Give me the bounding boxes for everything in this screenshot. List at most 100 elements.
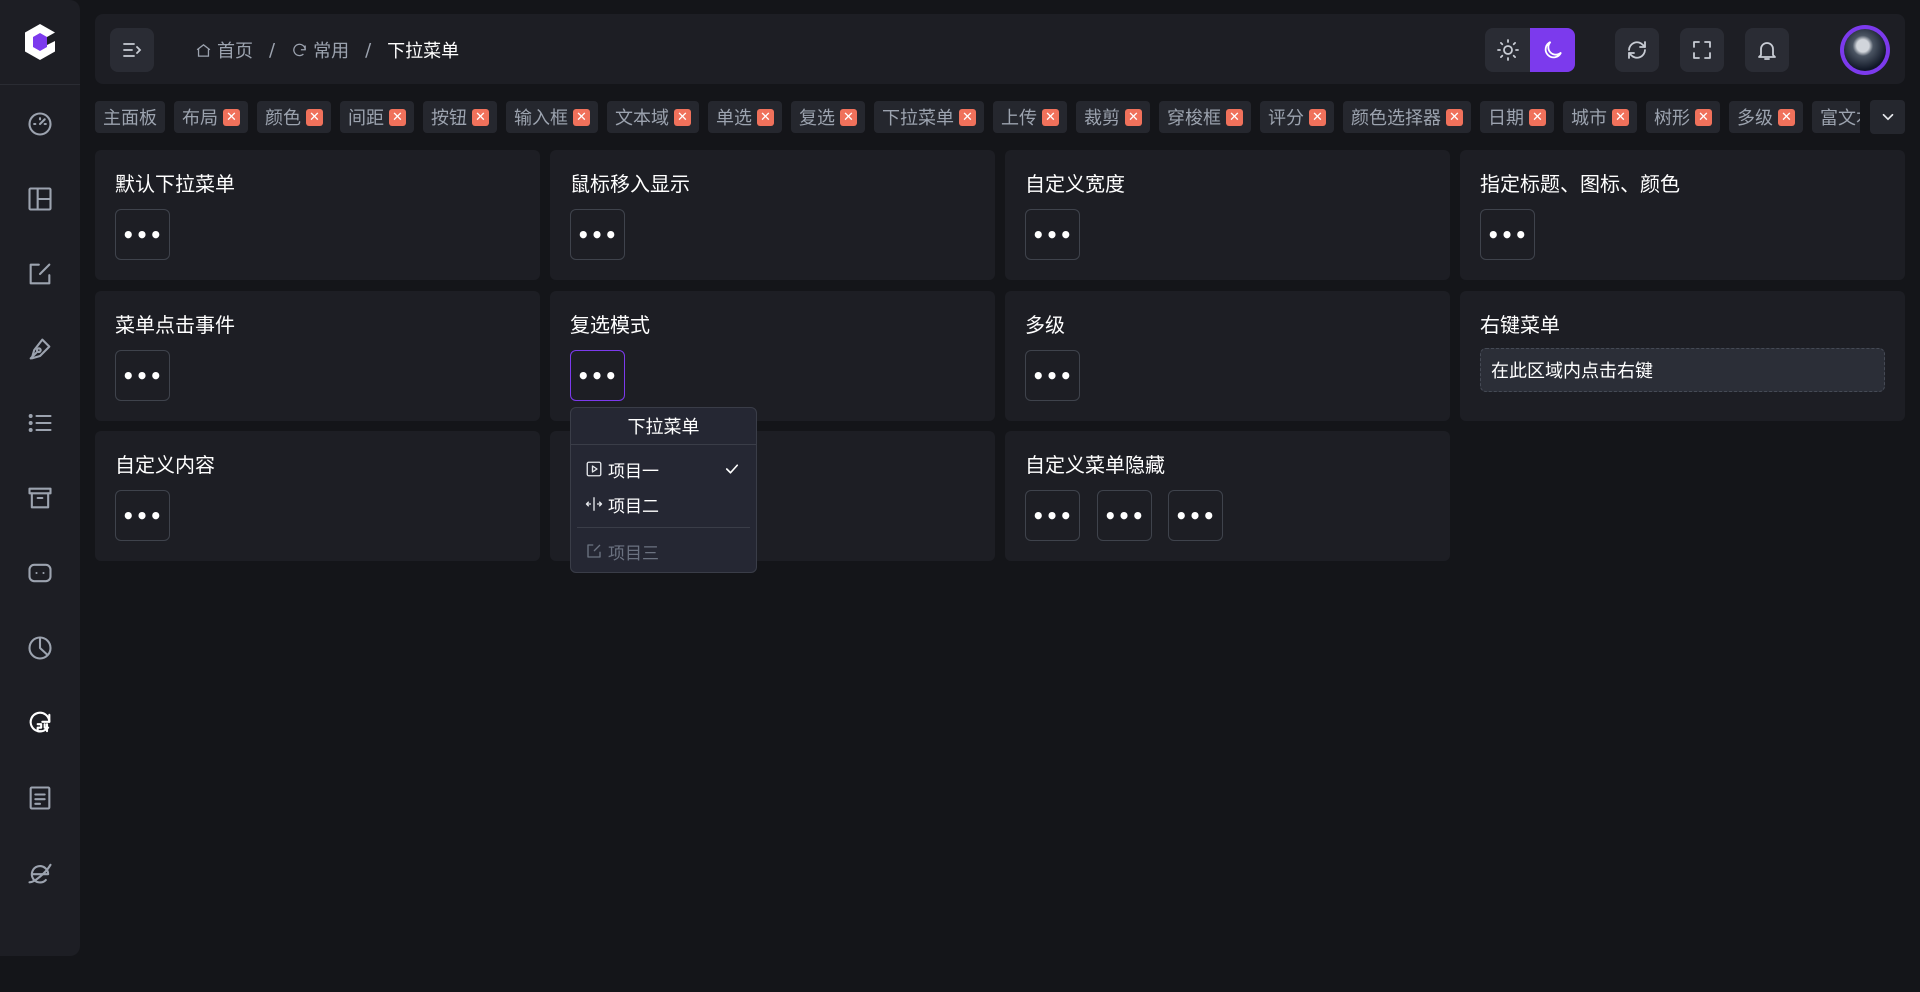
top-header: 首页 / 常用 / 下拉菜单 <box>95 14 1905 84</box>
tab-upload[interactable]: 上传 ✕ <box>993 101 1067 133</box>
breadcrumb-separator: / <box>365 39 372 61</box>
collapse-menu-button[interactable] <box>110 28 154 72</box>
tab-rich-text[interactable]: 富文本 <box>1812 101 1860 133</box>
tab-color-picker[interactable]: 颜色选择器 ✕ <box>1343 101 1471 133</box>
tab-radio[interactable]: 单选 ✕ <box>708 101 782 133</box>
card-title: 自定义内容 <box>115 453 215 477</box>
dropdown-item-disabled: 项目三 <box>585 537 659 565</box>
tab-transfer[interactable]: 穿梭框 ✕ <box>1159 101 1251 133</box>
dropdown-trigger-button[interactable]: ••• <box>570 350 625 401</box>
fullscreen-button[interactable] <box>1680 28 1724 72</box>
tab-dropdown[interactable]: 下拉菜单 ✕ <box>874 101 984 133</box>
card-hover-dropdown: 鼠标移入显示 ••• <box>550 150 995 280</box>
edit-icon <box>587 544 601 558</box>
dropdown-divider <box>577 527 750 528</box>
tab-date[interactable]: 日期 ✕ <box>1480 101 1554 133</box>
card-title: 右键菜单 <box>1480 313 1560 337</box>
sun-icon <box>1496 39 1519 61</box>
tab-close-icon[interactable]: ✕ <box>306 108 323 126</box>
breadcrumb-separator: / <box>269 39 276 61</box>
archive-icon[interactable] <box>20 478 60 518</box>
tab-city[interactable]: 城市 ✕ <box>1563 101 1637 133</box>
pen-tool-icon[interactable] <box>20 329 60 369</box>
ie-browser-icon[interactable] <box>20 853 60 893</box>
fullscreen-icon <box>1693 41 1711 59</box>
list-icon[interactable] <box>20 403 60 443</box>
context-menu-area[interactable]: 在此区域内点击右键 <box>1480 348 1885 392</box>
theme-toggle[interactable] <box>1485 28 1575 72</box>
dropdown-trigger-button[interactable]: ••• <box>115 209 170 260</box>
tab-textarea[interactable]: 文本域 ✕ <box>607 101 699 133</box>
dropdown-trigger-button[interactable]: ••• <box>1025 350 1080 401</box>
bell-icon <box>1758 42 1776 60</box>
light-mode-button[interactable] <box>1485 28 1530 72</box>
clock-24-icon[interactable] <box>20 703 60 743</box>
page-tabs: 主面板 布局 ✕ 颜色 ✕ 间距 ✕ 按钮 ✕ 输入框 ✕ 文本域 ✕ 单选 ✕ 复选 ✕ 下拉… <box>95 101 1860 133</box>
tab-close-icon[interactable]: ✕ <box>1309 108 1326 126</box>
check-icon <box>723 460 741 478</box>
card-title: 自定义菜单隐藏 <box>1025 453 1165 477</box>
tab-close-icon[interactable]: ✕ <box>223 108 240 126</box>
dropdown-trigger-button[interactable]: ••• <box>1168 490 1223 541</box>
tab-tree[interactable]: 树形 ✕ <box>1646 101 1720 133</box>
tab-close-icon[interactable]: ✕ <box>959 108 976 126</box>
tab-dashboard[interactable]: 主面板 <box>95 101 165 133</box>
moon-icon <box>1544 41 1562 59</box>
tabs-more-button[interactable] <box>1870 100 1905 134</box>
card-title-icon-color: 指定标题、图标、颜色 ••• <box>1460 150 1905 280</box>
refresh-button[interactable] <box>1615 28 1659 72</box>
tab-crop[interactable]: 裁剪 ✕ <box>1076 101 1150 133</box>
dropdown-trigger-button[interactable]: ••• <box>1097 490 1152 541</box>
tab-close-icon[interactable]: ✕ <box>1446 108 1463 126</box>
tab-input[interactable]: 输入框 ✕ <box>506 101 598 133</box>
split-arrows-icon <box>585 497 603 511</box>
dropdown-trigger-button[interactable]: ••• <box>1025 209 1080 260</box>
tab-rate[interactable]: 评分 ✕ <box>1260 101 1334 133</box>
dashboard-icon[interactable] <box>20 104 60 144</box>
dropdown-trigger-button[interactable]: ••• <box>1025 490 1080 541</box>
tab-close-icon[interactable]: ✕ <box>840 108 857 126</box>
card-default-dropdown: 默认下拉菜单 ••• <box>95 150 540 280</box>
tab-close-icon[interactable]: ✕ <box>1778 108 1795 126</box>
tab-checkbox[interactable]: 复选 ✕ <box>791 101 865 133</box>
chat-icon[interactable] <box>20 553 60 593</box>
logo-icon <box>25 24 55 60</box>
tab-layout[interactable]: 布局 ✕ <box>174 101 248 133</box>
sidebar <box>0 0 80 956</box>
breadcrumb-current: 下拉菜单 <box>387 41 460 62</box>
pie-chart-icon[interactable] <box>20 628 60 668</box>
tab-close-icon[interactable]: ✕ <box>1529 108 1546 126</box>
tab-close-icon[interactable]: ✕ <box>757 108 774 126</box>
dropdown-menu: 下拉菜单 项目一 项目二 项目三 <box>570 407 757 573</box>
dropdown-trigger-button[interactable]: ••• <box>115 350 170 401</box>
tab-close-icon[interactable]: ✕ <box>1042 108 1059 126</box>
app-logo[interactable] <box>0 0 80 85</box>
tab-close-icon[interactable]: ✕ <box>1125 108 1142 126</box>
tab-close-icon[interactable]: ✕ <box>1612 108 1629 126</box>
dark-mode-button[interactable] <box>1530 28 1575 72</box>
tab-spacing[interactable]: 间距 ✕ <box>340 101 414 133</box>
dropdown-trigger-button[interactable]: ••• <box>570 209 625 260</box>
user-avatar[interactable] <box>1840 25 1890 75</box>
notification-button[interactable] <box>1745 28 1789 72</box>
breadcrumb-common[interactable]: 常用 <box>291 37 349 63</box>
tab-button[interactable]: 按钮 ✕ <box>423 101 497 133</box>
menu-collapse-icon <box>123 43 142 57</box>
tab-close-icon[interactable]: ✕ <box>1695 108 1712 126</box>
tab-color[interactable]: 颜色 ✕ <box>257 101 331 133</box>
refresh-icon <box>1628 41 1646 59</box>
layout-icon[interactable] <box>20 179 60 219</box>
document-icon[interactable] <box>20 778 60 818</box>
tab-close-icon[interactable]: ✕ <box>573 108 590 126</box>
tab-close-icon[interactable]: ✕ <box>389 108 406 126</box>
breadcrumb-home[interactable]: 首页 <box>195 37 253 63</box>
dropdown-trigger-button[interactable]: ••• <box>1480 209 1535 260</box>
form-edit-icon[interactable] <box>20 254 60 294</box>
dropdown-trigger-button[interactable]: ••• <box>115 490 170 541</box>
dropdown-item[interactable]: 项目二 <box>585 490 659 518</box>
tab-cascader[interactable]: 多级 ✕ <box>1729 101 1803 133</box>
tab-close-icon[interactable]: ✕ <box>674 108 691 126</box>
tab-close-icon[interactable]: ✕ <box>1226 108 1243 126</box>
tab-close-icon[interactable]: ✕ <box>472 108 489 126</box>
dropdown-item[interactable]: 项目一 <box>585 455 659 483</box>
